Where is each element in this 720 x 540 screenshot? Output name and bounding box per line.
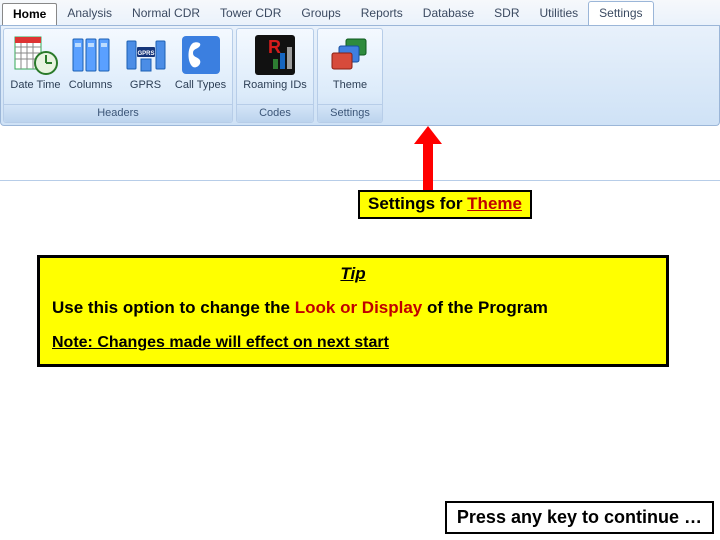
callout-link: Theme (467, 194, 522, 213)
tab-reports[interactable]: Reports (351, 2, 413, 25)
columns-label: Columns (64, 79, 117, 91)
ribbon-group-headers: Date Time Columns GPRS (3, 28, 233, 123)
calltypes-button[interactable]: Call Types (173, 31, 228, 91)
divider (0, 180, 720, 181)
gprs-button[interactable]: GPRS GPRS (118, 31, 173, 91)
datetime-label: Date Time (9, 79, 62, 91)
tab-strip: Home Analysis Normal CDR Tower CDR Group… (0, 0, 720, 26)
tab-analysis[interactable]: Analysis (57, 2, 122, 25)
roaming-icon: R (253, 33, 297, 77)
tab-groups[interactable]: Groups (291, 2, 350, 25)
theme-icon (328, 33, 372, 77)
datetime-button[interactable]: Date Time (8, 31, 63, 91)
theme-label: Theme (323, 79, 377, 91)
continue-prompt[interactable]: Press any key to continue … (445, 501, 714, 534)
tip-line: Use this option to change the Look or Di… (52, 298, 654, 318)
group-caption-headers: Headers (4, 104, 232, 122)
columns-button[interactable]: Columns (63, 31, 118, 91)
gprs-label: GPRS (119, 79, 172, 91)
calltypes-icon (179, 33, 223, 77)
tip-line-post: of the Program (427, 298, 548, 317)
datetime-icon (14, 33, 58, 77)
callout-settings-theme: Settings for Theme (358, 190, 532, 219)
tab-normal-cdr[interactable]: Normal CDR (122, 2, 210, 25)
svg-text:R: R (268, 37, 281, 57)
callout-prefix: Settings for (368, 194, 467, 213)
roaming-ids-button[interactable]: R Roaming IDs (241, 31, 309, 91)
tab-sdr[interactable]: SDR (484, 2, 529, 25)
tip-line-red: Look or Display (295, 298, 427, 317)
ribbon-group-settings: Theme Settings (317, 28, 383, 123)
gprs-icon: GPRS (124, 33, 168, 77)
tip-title: Tip (52, 264, 654, 284)
ribbon-group-codes: R Roaming IDs Codes (236, 28, 314, 123)
tab-utilities[interactable]: Utilities (530, 2, 589, 25)
tab-tower-cdr[interactable]: Tower CDR (210, 2, 291, 25)
tip-line-pre: Use this option to change the (52, 298, 295, 317)
ribbon: Date Time Columns GPRS (0, 26, 720, 126)
tab-database[interactable]: Database (413, 2, 484, 25)
roaming-ids-label: Roaming IDs (242, 79, 308, 91)
tab-home[interactable]: Home (2, 3, 57, 25)
pointer-arrow-icon (420, 126, 436, 190)
theme-button[interactable]: Theme (322, 31, 378, 91)
columns-icon (69, 33, 113, 77)
tip-note: Note: Changes made will effect on next s… (52, 334, 654, 352)
tab-settings[interactable]: Settings (588, 1, 653, 25)
tip-panel: Tip Use this option to change the Look o… (37, 255, 669, 367)
calltypes-label: Call Types (174, 79, 227, 91)
svg-text:GPRS: GPRS (137, 51, 154, 57)
group-caption-codes: Codes (237, 104, 313, 122)
group-caption-settings: Settings (318, 104, 382, 122)
